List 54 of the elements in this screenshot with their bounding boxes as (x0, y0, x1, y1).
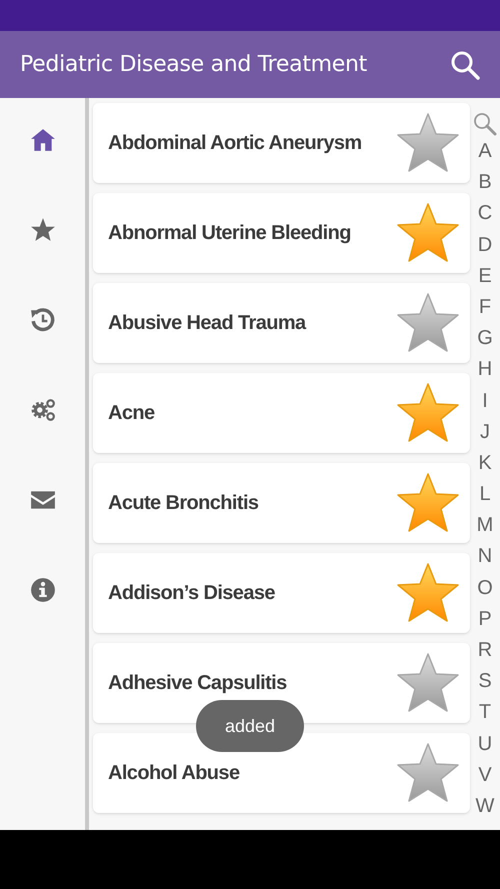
index-letter[interactable]: N (478, 541, 492, 573)
list-item[interactable]: Acne (93, 373, 470, 453)
index-letter[interactable]: L (479, 479, 491, 510)
app-title: Pediatric Disease and Treatment (20, 51, 367, 79)
index-letter[interactable]: C (478, 198, 492, 230)
disease-name: Adhesive Capsulitis (108, 671, 287, 696)
index-letter[interactable]: D (478, 230, 492, 261)
disease-name: Addison’s Disease (108, 581, 275, 606)
index-letter[interactable]: S (478, 666, 492, 698)
index-letter[interactable]: A (478, 136, 492, 168)
index-letter[interactable]: P (478, 604, 492, 635)
disease-name: Acne (108, 401, 155, 426)
home-icon[interactable] (28, 127, 56, 153)
index-letter[interactable]: K (478, 448, 492, 480)
index-letter[interactable]: T (478, 697, 492, 729)
disease-name: Abdominal Aortic Aneurysm (108, 131, 362, 156)
favorite-star-icon[interactable] (396, 202, 460, 264)
info-icon[interactable] (28, 577, 56, 603)
index-letter[interactable]: H (478, 354, 492, 386)
favorite-star-icon[interactable] (396, 562, 460, 624)
favorite-star-icon[interactable] (396, 292, 460, 354)
star-icon[interactable] (28, 217, 56, 243)
index-letter[interactable]: W (476, 790, 494, 822)
list-item[interactable]: Abnormal Uterine Bleeding (93, 193, 470, 273)
list-item[interactable]: Abdominal Aortic Aneurysm (93, 103, 470, 183)
favorite-star-icon[interactable] (396, 472, 460, 534)
search-icon[interactable] (473, 112, 497, 136)
index-letter[interactable]: J (480, 416, 490, 448)
gears-icon[interactable] (28, 397, 56, 423)
index-letter[interactable]: V (478, 760, 492, 791)
toast: added (196, 700, 304, 752)
list-item[interactable]: Addison’s Disease (93, 553, 470, 633)
index-letter[interactable]: M (476, 510, 494, 542)
favorite-star-icon[interactable] (396, 112, 460, 174)
list-item[interactable]: Alcohol Abuse (93, 733, 470, 813)
favorite-star-icon[interactable] (396, 382, 460, 444)
list-item[interactable]: Acute Bronchitis (93, 463, 470, 543)
history-icon[interactable] (28, 307, 56, 333)
disease-name: Abnormal Uterine Bleeding (108, 221, 351, 246)
index-letter[interactable]: I (482, 386, 488, 417)
index-letter[interactable]: E (478, 260, 492, 292)
index-letter[interactable]: O (477, 572, 493, 604)
search-icon[interactable] (450, 50, 480, 80)
list-item[interactable]: Abusive Head Trauma (93, 283, 470, 363)
index-letter[interactable]: B (478, 167, 492, 198)
index-letter[interactable]: R (478, 635, 492, 666)
disease-name: Alcohol Abuse (108, 761, 240, 786)
index-letter[interactable]: G (477, 323, 493, 354)
disease-name: Abusive Head Trauma (108, 311, 306, 336)
favorite-star-icon[interactable] (396, 742, 460, 804)
disease-name: Acute Bronchitis (108, 491, 258, 516)
index-letter[interactable]: U (478, 728, 492, 760)
index-letter[interactable]: F (478, 292, 492, 324)
favorite-star-icon[interactable] (396, 652, 460, 714)
